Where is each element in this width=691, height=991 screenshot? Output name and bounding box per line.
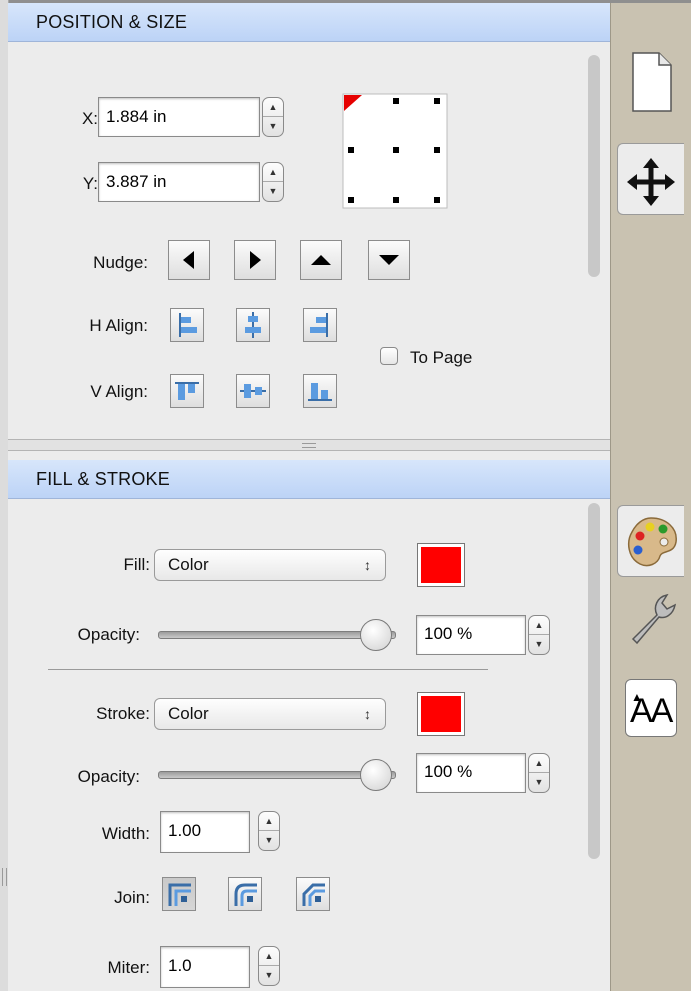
nudge-left-button[interactable]	[168, 240, 210, 280]
stroke-color-well[interactable]	[417, 692, 465, 736]
stepper-up-icon[interactable]: ▲	[259, 947, 279, 966]
select-arrows-icon: ↕	[364, 706, 371, 722]
y-label: Y:	[82, 174, 98, 193]
arrow-left-icon	[183, 251, 194, 269]
join-label: Join:	[114, 888, 150, 907]
fill-stroke-header[interactable]: FILL & STROKE	[8, 460, 610, 499]
align-top-icon	[175, 382, 199, 400]
width-input[interactable]: 1.00	[160, 811, 250, 853]
fill-stroke-tab[interactable]	[617, 505, 684, 577]
nudge-right-button[interactable]	[234, 240, 276, 280]
nudge-label: Nudge:	[93, 253, 148, 272]
fill-opacity-stepper[interactable]: ▲ ▼	[528, 615, 550, 655]
fill-stroke-scrollbar[interactable]	[588, 503, 600, 859]
fill-type-value: Color	[168, 555, 209, 574]
position-size-title: POSITION & SIZE	[36, 12, 188, 32]
y-input[interactable]: 3.887 in	[98, 162, 260, 202]
nudge-up-button[interactable]	[300, 240, 342, 280]
splitter-grip-icon[interactable]	[302, 443, 316, 448]
stepper-down-icon[interactable]: ▼	[529, 634, 549, 654]
rail-grip[interactable]	[2, 868, 7, 886]
stroke-type-select[interactable]: Color ↕	[154, 698, 386, 730]
position-size-scrollbar[interactable]	[588, 55, 600, 277]
tools-tab[interactable]	[619, 581, 681, 647]
stepper-down-icon[interactable]: ▼	[259, 830, 279, 850]
arrow-up-icon	[311, 255, 331, 265]
align-middle-v-icon	[240, 384, 266, 398]
width-label: Width:	[101, 824, 150, 843]
to-page-label: To Page	[410, 348, 473, 367]
miter-join-icon	[168, 883, 191, 906]
to-page-checkbox[interactable]	[380, 347, 398, 365]
font-size-icon: ▲ AA	[625, 679, 677, 737]
fill-type-select[interactable]: Color ↕	[154, 549, 386, 581]
document-tab[interactable]	[619, 47, 681, 113]
panel-splitter[interactable]	[8, 439, 610, 451]
bevel-join-icon	[302, 883, 325, 906]
stepper-down-icon[interactable]: ▼	[259, 965, 279, 985]
v-align-label: V Align:	[90, 382, 148, 401]
font-tab-glyph: AA	[630, 692, 673, 730]
select-arrows-icon: ↕	[364, 557, 371, 573]
section-divider	[48, 669, 488, 670]
stroke-opacity-slider-knob[interactable]	[360, 759, 392, 791]
arrow-right-icon	[250, 251, 261, 269]
fill-stroke-title: FILL & STROKE	[36, 469, 170, 489]
wrench-icon	[631, 593, 677, 645]
stepper-up-icon[interactable]: ▲	[259, 812, 279, 831]
fill-opacity-input[interactable]: 100 %	[416, 615, 526, 655]
fill-opacity-slider-knob[interactable]	[360, 619, 392, 651]
stepper-up-icon[interactable]: ▲	[529, 754, 549, 773]
miter-label: Miter:	[107, 958, 151, 977]
align-right-icon	[310, 313, 328, 337]
palette-icon	[627, 517, 677, 567]
miter-stepper[interactable]: ▲ ▼	[258, 946, 280, 986]
stepper-up-icon[interactable]: ▲	[529, 616, 549, 635]
stroke-opacity-label: Opacity:	[77, 767, 140, 786]
position-size-tab[interactable]	[617, 143, 684, 215]
y-stepper[interactable]: ▲ ▼	[262, 162, 284, 202]
fill-color-well[interactable]	[417, 543, 465, 587]
inspector-panel: POSITION & SIZE X: 1.884 in ▲ ▼ Y: 3.887…	[8, 3, 610, 991]
inspector-tab-bar: ▲ AA	[610, 3, 691, 991]
join-round-button[interactable]	[228, 877, 262, 911]
fill-label: Fill:	[123, 555, 150, 574]
stepper-up-icon[interactable]: ▲	[263, 98, 283, 117]
join-miter-button[interactable]	[162, 877, 196, 911]
x-input[interactable]: 1.884 in	[98, 97, 260, 137]
width-stepper[interactable]: ▲ ▼	[258, 811, 280, 851]
position-size-header[interactable]: POSITION & SIZE	[8, 3, 610, 42]
h-align-label: H Align:	[89, 316, 148, 335]
stroke-opacity-input[interactable]: 100 %	[416, 753, 526, 793]
anchor-point-grid[interactable]	[342, 93, 448, 209]
stroke-opacity-stepper[interactable]: ▲ ▼	[528, 753, 550, 793]
h-align-left-button[interactable]	[170, 308, 204, 342]
fill-opacity-label: Opacity:	[77, 625, 140, 644]
stepper-up-icon[interactable]: ▲	[263, 163, 283, 182]
align-bottom-icon	[308, 383, 332, 401]
align-center-h-icon	[245, 312, 261, 338]
v-align-bottom-button[interactable]	[303, 374, 337, 408]
arrow-down-icon	[379, 255, 399, 265]
stepper-down-icon[interactable]: ▼	[263, 181, 283, 201]
h-align-right-button[interactable]	[303, 308, 337, 342]
round-join-icon	[234, 883, 257, 906]
join-bevel-button[interactable]	[296, 877, 330, 911]
stepper-down-icon[interactable]: ▼	[263, 116, 283, 136]
x-label: X:	[81, 109, 98, 128]
h-align-center-button[interactable]	[236, 308, 270, 342]
stroke-type-value: Color	[168, 704, 209, 723]
nudge-down-button[interactable]	[368, 240, 410, 280]
miter-input[interactable]: 1.0	[160, 946, 250, 988]
document-icon	[632, 52, 672, 112]
x-stepper[interactable]: ▲ ▼	[262, 97, 284, 137]
text-tab[interactable]: ▲ AA	[619, 675, 681, 741]
v-align-middle-button[interactable]	[236, 374, 270, 408]
v-align-top-button[interactable]	[170, 374, 204, 408]
move-arrows-icon	[627, 158, 675, 206]
stroke-label: Stroke:	[96, 704, 150, 723]
align-left-icon	[179, 313, 197, 337]
stepper-down-icon[interactable]: ▼	[529, 772, 549, 792]
